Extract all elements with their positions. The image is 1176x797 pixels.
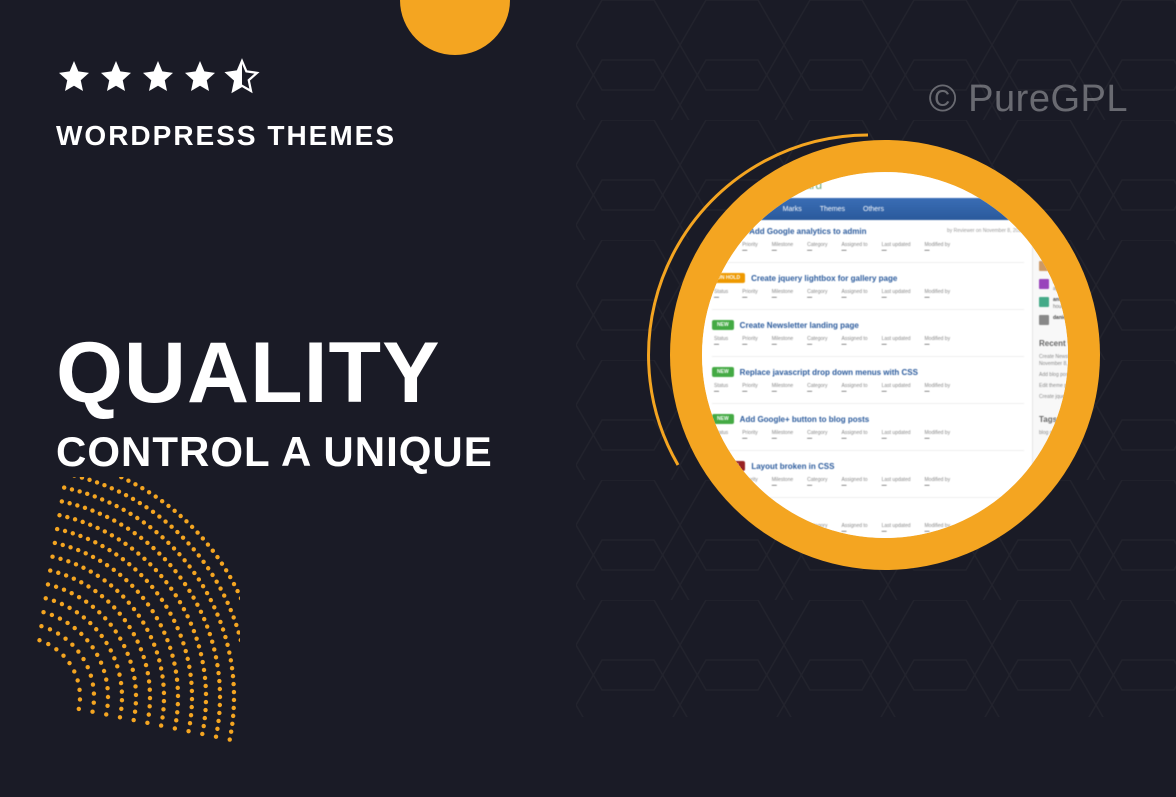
preview-sidebar: Project Team AppThemesDemo updated a tic… [1032,220,1068,538]
ticket-row: on holdCreate jquery lightbox for galler… [712,273,1024,310]
star-icon [182,58,218,94]
ticket-row: criticalLayout broken in CSSStatus—Prior… [712,461,1024,498]
star-icon [140,58,176,94]
team-member: danielb updated a ticket 2 hours ago [1039,315,1068,325]
preview-window: DemoDashboard Open Sales Marks Themes Ot… [702,172,1068,538]
recent-item: Edit theme page drop down — November [1039,383,1068,390]
star-icon [56,58,92,94]
ticket-row: newAdd Google+ button to blog postsStatu… [712,414,1024,451]
ticket-row: newReplace javascript drop down menus wi… [712,367,1024,404]
star-icon [98,58,134,94]
star-rating [56,58,260,94]
circle-frame: DemoDashboard Open Sales Marks Themes Ot… [670,140,1100,570]
heading-line-2: CONTROL A UNIQUE [56,428,493,476]
ticket-row: Images not scalingStatus—Priority—Milest… [712,508,1024,538]
main-heading: QUALITY CONTROL A UNIQUE [56,330,493,476]
preview-ticket-list: urgentAdd Google analytics to adminby Re… [702,220,1032,538]
watermark: © PureGPL [929,78,1128,121]
ticket-row: urgentAdd Google analytics to adminby Re… [712,226,1024,263]
team-member: John Doe updated a ticket 2 hours ago [1039,279,1068,292]
preview-showcase: DemoDashboard Open Sales Marks Themes Ot… [670,140,1100,570]
team-member: AppThemesDemo updated a ticket 2 hours a… [1039,243,1068,256]
team-member: anthony_mills updated a ticket 2 hours a… [1039,297,1068,310]
preview-header: DemoDashboard [702,172,1068,198]
ticket-row: newCreate Newsletter landing pageStatus—… [712,320,1024,357]
recent-item: Create Newsletter landing page — Novembe… [1039,354,1068,368]
heading-line-1: QUALITY [56,330,493,416]
recent-item: Create jquery lightbox for gallery page [1039,394,1068,401]
team-member: Jenny Bird updated a ticket 2 hours ago [1039,261,1068,274]
star-half-icon [224,58,260,94]
category-label: WORDPRESS THEMES [56,120,396,152]
top-accent-circle [400,0,510,55]
dot-pattern [0,477,240,797]
recent-item: Add blog posts to admin — November [1039,372,1068,379]
preview-nav: Open Sales Marks Themes Others ✎ Create … [702,198,1068,220]
